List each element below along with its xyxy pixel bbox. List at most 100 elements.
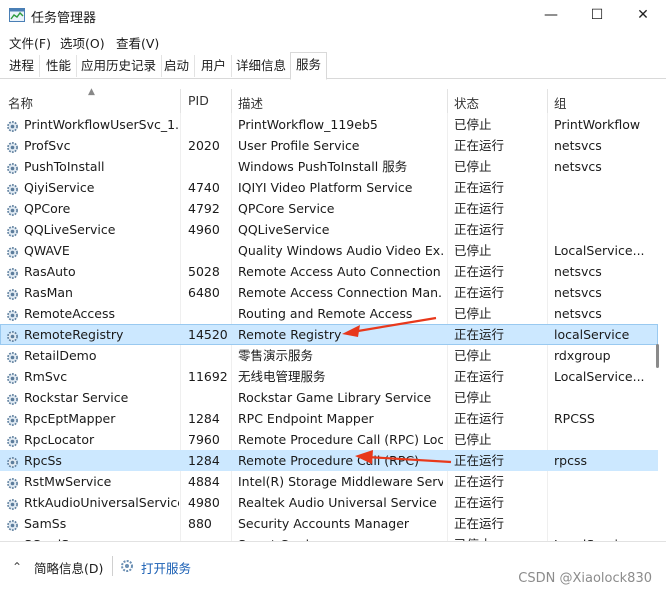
header-status[interactable]: 状态 [454,93,479,112]
table-row[interactable]: PrintWorkflowUserSvc_1... PrintWorkflow_1… [0,114,658,135]
service-group: RPCSS [554,411,595,426]
service-group: netsvcs [554,138,602,153]
service-status: 正在运行 [454,222,505,237]
header-group[interactable]: 组 [554,93,567,112]
header-description[interactable]: 描述 [238,93,263,112]
tab-users[interactable]: 用户 [196,55,233,77]
service-status: 正在运行 [454,516,505,531]
table-row[interactable]: RtkAudioUniversalService 4980 Realtek Audi… [0,492,658,513]
service-name: QQLiveService [24,222,116,237]
minimize-button[interactable]: — [528,0,574,30]
service-description: 无线电管理服务 [238,369,326,384]
tab-startup[interactable]: 启动 [159,55,196,77]
service-name: QPCore [24,201,71,216]
service-gear-icon [6,496,19,510]
table-row[interactable]: RemoteAccess Routing and Remote Access 已停止… [0,303,658,324]
service-group: netsvcs [554,306,602,321]
chevron-up-icon[interactable]: ⌃ [12,560,22,574]
service-status: 正在运行 [454,201,505,216]
table-row[interactable]: QWAVE Quality Windows Audio Video Ex... 已停… [0,240,658,261]
scrollbar[interactable] [658,113,666,541]
table-row[interactable]: Rockstar Service Rockstar Game Library Se… [0,387,658,408]
service-status: 正在运行 [454,327,505,342]
table-row[interactable]: RpcEptMapper 1284 RPC Endpoint Mapper 正在运行 R… [0,408,658,429]
service-gear-icon [6,244,19,258]
services-list[interactable]: PrintWorkflowUserSvc_1... PrintWorkflow_1… [0,113,658,541]
header-name[interactable]: 名称 [8,93,33,112]
service-pid [188,387,230,408]
table-row[interactable]: RemoteRegistry 14520 Remote Registry 正在运行 lo… [0,324,658,345]
service-description: Security Accounts Manager [238,516,410,531]
header-pid[interactable]: PID [188,93,209,108]
service-description: User Profile Service [238,138,360,153]
service-gear-icon [6,286,19,300]
service-group: localService [554,327,630,342]
service-status: 已停止 [454,432,492,447]
service-gear-icon [6,475,19,489]
service-gear-icon [6,181,19,195]
service-gear-icon [6,433,19,447]
menu-view[interactable]: 查看(V) [116,33,159,52]
service-pid: 4792 [188,201,220,216]
service-status: 已停止 [454,243,492,258]
service-gear-icon [6,118,19,132]
service-description: Remote Access Connection Man... [238,285,443,300]
tab-details[interactable]: 详细信息 [231,55,293,77]
tab-processes[interactable]: 进程 [4,55,41,77]
service-name: RpcSs [24,453,62,468]
service-gear-icon [6,202,19,216]
service-pid: 4884 [188,474,220,489]
table-row[interactable]: RetailDemo 零售演示服务 已停止 rdxgroup [0,345,658,366]
service-name: RstMwService [24,474,112,489]
menu-file[interactable]: 文件(F) [9,33,51,52]
service-pid: 11692 [188,369,228,384]
service-status: 正在运行 [454,180,505,195]
tab-services[interactable]: 服务 [290,52,328,80]
menu-options[interactable]: 选项(O) [60,33,105,52]
table-row[interactable]: QiyiService 4740 IQIYI Video Platform Serv… [0,177,658,198]
tab-performance[interactable]: 性能 [41,55,78,77]
service-gear-icon [6,139,19,153]
service-pid: 6480 [188,285,220,300]
table-row[interactable]: QPCore 4792 QPCore Service 正在运行 [0,198,658,219]
table-row[interactable]: RpcLocator 7960 Remote Procedure Call (RPC… [0,429,658,450]
scrollbar-thumb[interactable] [656,344,659,368]
service-name: QWAVE [24,243,70,258]
service-group [554,219,654,240]
table-row[interactable]: ProfSvc 2020 User Profile Service 正在运行 netsv… [0,135,658,156]
service-group: LocalService... [554,534,654,541]
close-button[interactable]: ✕ [620,0,666,30]
table-row[interactable]: RasAuto 5028 Remote Access Auto Connection… [0,261,658,282]
service-pid: 7960 [188,432,220,447]
tab-app-history[interactable]: 应用历史记录 [76,55,163,77]
sort-ascending-icon: ▲ [88,87,95,97]
services-gear-icon[interactable] [120,559,134,573]
service-gear-icon [6,391,19,405]
table-row[interactable]: RmSvc 11692 无线电管理服务 正在运行 LocalService... [0,366,658,387]
tab-bar: 进程 性能 应用历史记录 启动 用户 详细信息 服务 [0,52,666,80]
open-services-link[interactable]: 打开服务 [141,558,191,577]
service-name: PrintWorkflowUserSvc_1... [24,117,179,132]
fewer-details-link[interactable]: 简略信息(D) [34,558,103,577]
service-group [554,429,654,450]
maximize-button[interactable]: ☐ [574,0,620,30]
table-row[interactable]: RstMwService 4884 Intel(R) Storage Middlew… [0,471,658,492]
service-status: 正在运行 [454,474,505,489]
service-pid [188,114,230,135]
service-pid: 1284 [188,453,220,468]
table-row[interactable]: PushToInstall Windows PushToInstall 服务 已停止… [0,156,658,177]
service-name: RemoteRegistry [24,327,124,342]
service-description: 零售演示服务 [238,348,314,363]
service-group: netsvcs [554,285,602,300]
service-status: 已停止 [454,390,492,405]
service-group: LocalService... [554,369,645,384]
table-row[interactable]: RasMan 6480 Remote Access Connection Man..… [0,282,658,303]
footer: ⌃ 简略信息(D) 打开服务 CSDN @Xiaolock830 [0,541,666,594]
table-row[interactable]: SamSs 880 Security Accounts Manager 正在运行 [0,513,658,534]
table-row[interactable]: SCardSvr Smart Card 已停止 LocalService... [0,534,658,541]
service-name: Rockstar Service [24,390,129,405]
table-row[interactable]: RpcSs 1284 Remote Procedure Call (RPC) 正在运行… [0,450,658,471]
table-row[interactable]: QQLiveService 4960 QQLiveService 正在运行 [0,219,658,240]
service-name: RmSvc [24,369,68,384]
service-description: PrintWorkflow_119eb5 [238,117,378,132]
